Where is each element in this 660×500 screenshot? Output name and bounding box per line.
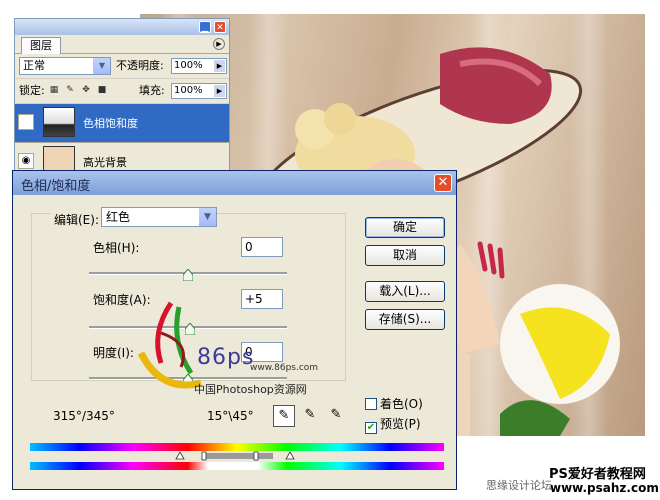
layer-thumbnail <box>43 107 75 137</box>
hue-label: 色相(H): <box>93 241 140 255</box>
watermark-url: www.86ps.com <box>250 363 319 373</box>
watermark-86ps: 86ps <box>197 345 255 370</box>
ok-button[interactable]: 确定 <box>365 217 445 238</box>
lock-transparency-icon[interactable]: ▦ <box>49 85 59 95</box>
arrow-right-icon[interactable]: ▶ <box>214 60 225 72</box>
opacity-label: 不透明度: <box>116 59 164 72</box>
hue-saturation-dialog: 色相/饱和度 ✕ 编辑(E): 红色 ▼ 色相(H): 0 饱和度(A): +5… <box>12 170 457 490</box>
lightness-label: 明度(I): <box>93 346 134 360</box>
edit-label: 编辑(E): <box>51 211 102 228</box>
watermark-forum: 思缘设计论坛 <box>486 479 552 492</box>
lock-label: 锁定: <box>19 84 45 97</box>
checkmark-icon[interactable]: ✔ <box>365 422 377 434</box>
layers-titlebar: ▁ ✕ <box>15 19 229 35</box>
hue-input[interactable]: 0 <box>241 237 283 257</box>
fill-label: 填充: <box>139 84 165 97</box>
chevron-down-icon: ▼ <box>199 208 216 226</box>
color-spectrum-bottom <box>30 462 444 470</box>
eye-icon[interactable]: ◉ <box>18 153 34 169</box>
dialog-title: 色相/饱和度 <box>21 179 91 194</box>
chevron-down-icon: ▼ <box>93 58 110 74</box>
hue-slider-thumb[interactable] <box>183 269 193 281</box>
layer-name: 色相饱和度 <box>83 117 138 130</box>
eyedropper-icon[interactable]: ✎ <box>273 405 295 427</box>
save-button[interactable]: 存储(S)... <box>365 309 445 330</box>
blend-mode-value: 正常 <box>23 59 45 72</box>
close-icon[interactable]: ✕ <box>434 174 452 192</box>
lock-all-icon[interactable]: ■ <box>97 85 107 95</box>
panel-menu-icon[interactable]: ▶ <box>213 38 225 50</box>
fill-input[interactable]: 100% ▶ <box>171 83 227 99</box>
blend-mode-select[interactable]: 正常 ▼ <box>19 57 111 75</box>
watermark-caption: 中国Photoshop资源网 <box>194 383 307 396</box>
color-spectrum-top <box>30 443 444 451</box>
colorize-box[interactable] <box>365 398 377 410</box>
edit-channel-select[interactable]: 红色 ▼ <box>101 207 217 227</box>
opacity-input[interactable]: 100% ▶ <box>171 58 227 74</box>
load-button[interactable]: 载入(L)... <box>365 281 445 302</box>
layers-panel: ▁ ✕ 图层 ▶ 正常 ▼ 不透明度: 100% ▶ 锁定: ▦ ✎ ✥ ■ 填… <box>14 18 230 182</box>
range-right-label: 15°\45° <box>207 409 254 423</box>
close-icon[interactable]: ✕ <box>214 21 226 33</box>
layer-row-hue-saturation[interactable]: ◉ 色相饱和度 <box>15 104 229 143</box>
layer-name: 高光背景 <box>83 156 127 169</box>
preview-label: 预览(P) <box>380 417 421 431</box>
range-selector[interactable] <box>30 451 444 461</box>
eyedropper-plus-icon[interactable]: ✎ <box>299 405 321 427</box>
layers-tabrow: 图层 ▶ <box>15 35 229 54</box>
edit-channel-value: 红色 <box>106 210 131 224</box>
preview-checkbox[interactable]: ✔ 预览(P) <box>365 415 421 434</box>
lock-move-icon[interactable]: ✥ <box>81 85 91 95</box>
opacity-value: 100% <box>174 60 203 71</box>
eye-icon[interactable]: ◉ <box>18 114 34 130</box>
lock-paint-icon[interactable]: ✎ <box>65 85 75 95</box>
eyedropper-minus-icon[interactable]: ✎ <box>325 405 347 427</box>
minimize-icon[interactable]: ▁ <box>199 21 211 33</box>
cancel-button[interactable]: 取消 <box>365 245 445 266</box>
blend-row: 正常 ▼ 不透明度: 100% ▶ <box>15 54 229 79</box>
colorize-checkbox[interactable]: 着色(O) <box>365 395 423 412</box>
dialog-titlebar: 色相/饱和度 ✕ <box>13 171 456 195</box>
watermark-psahz-title: PS爱好者教程网 <box>549 467 646 482</box>
range-left-label: 315°/345° <box>53 409 115 423</box>
fill-value: 100% <box>174 85 203 96</box>
colorize-label: 着色(O) <box>380 397 423 411</box>
tab-layers[interactable]: 图层 <box>21 37 61 54</box>
arrow-right-icon[interactable]: ▶ <box>214 85 225 97</box>
lock-row: 锁定: ▦ ✎ ✥ ■ 填充: 100% ▶ <box>15 79 229 104</box>
watermark-psahz-url: www.psahz.com <box>550 481 659 495</box>
